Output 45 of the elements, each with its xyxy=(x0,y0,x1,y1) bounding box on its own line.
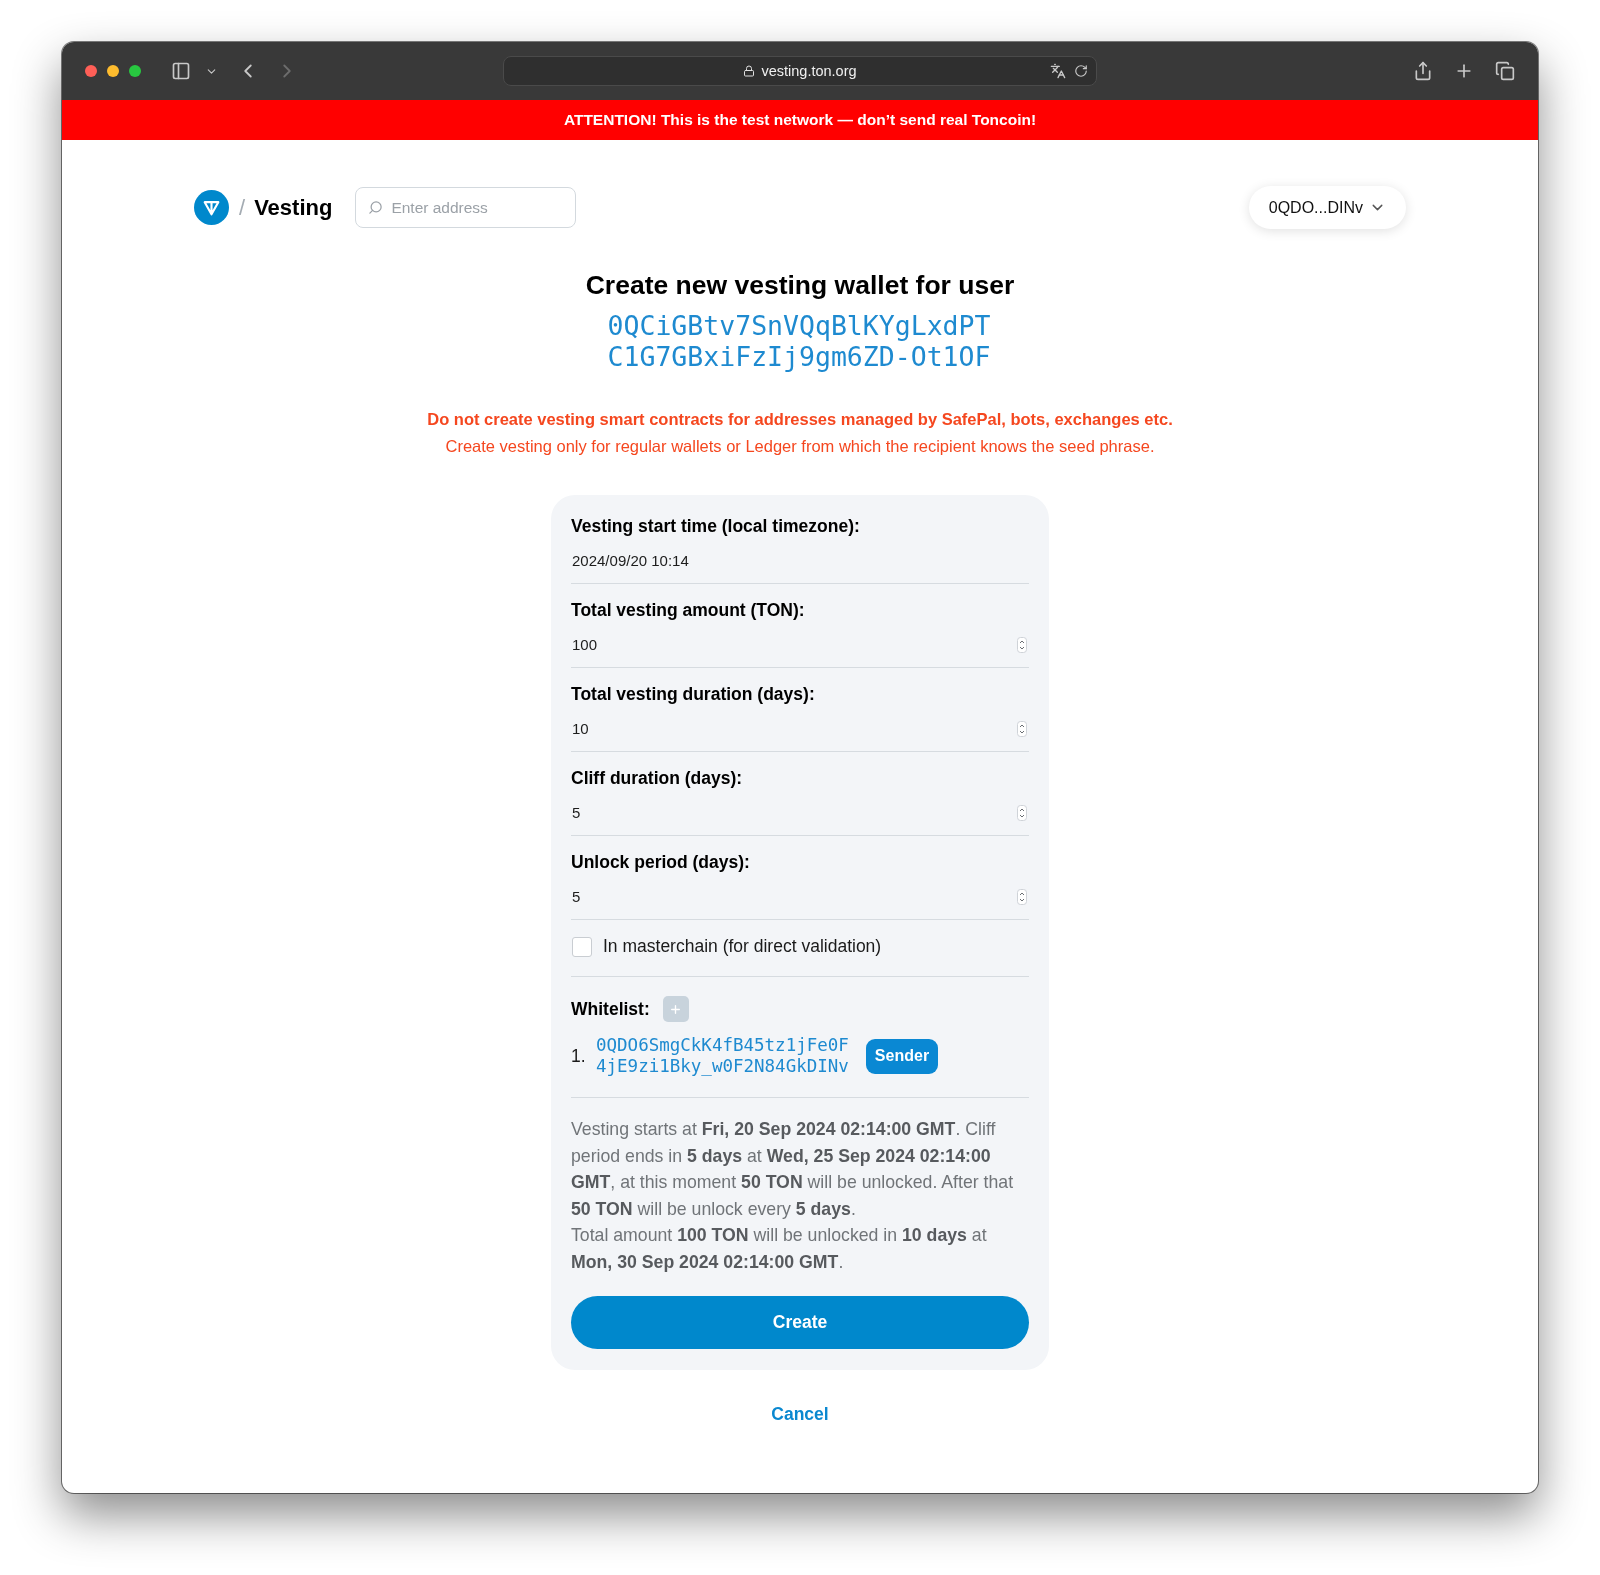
window-close-button[interactable] xyxy=(85,65,97,77)
lock-icon xyxy=(743,65,756,77)
translate-icon[interactable] xyxy=(1050,63,1066,79)
warning-text: Do not create vesting smart contracts for addresses managed by SafePal, bots, exchanges etc. xyxy=(427,409,1173,430)
whitelist-label: Whitelist: xyxy=(571,998,650,1021)
window-minimize-button[interactable] xyxy=(107,65,119,77)
share-icon[interactable] xyxy=(1413,61,1433,81)
create-button[interactable]: Create xyxy=(571,1295,1029,1349)
field-label: Total vesting duration (days): xyxy=(571,683,816,706)
wallet-button[interactable]: 0QDO...DINv xyxy=(1248,186,1406,229)
overlapping-squares-icon[interactable] xyxy=(1495,61,1515,81)
summary-text: Vesting starts at Fri, 20 Sep 2024 02:14:00 GMT. Cliff period ends in 5 days at Wed, 25 Sep 2024 02:14:00 GMT, at this moment 50 TON will be unlocked. After that 50 TON will be unlock every 5 days. xyxy=(571,1118,1015,1221)
stepper-icon[interactable] xyxy=(1017,888,1027,905)
field-label: Cliff duration (days): xyxy=(571,767,744,790)
list-number: 1. xyxy=(571,1045,587,1067)
app-name: Vesting xyxy=(254,194,333,221)
breadcrumb-separator: / xyxy=(239,194,246,221)
stepper-icon[interactable] xyxy=(1017,804,1027,821)
input-field[interactable]: 5 xyxy=(571,790,1029,836)
cancel-link[interactable]: Cancel xyxy=(771,1401,829,1426)
stepper-icon[interactable] xyxy=(1017,720,1027,737)
plus-icon xyxy=(669,1002,683,1016)
address-bar[interactable]: vesting.ton.org xyxy=(503,56,1097,86)
input-field[interactable]: 2024/09/20 10:14 xyxy=(571,538,1029,584)
sidebar-icon[interactable] xyxy=(171,61,191,81)
checkbox-label: In masterchain (for direct validation) xyxy=(603,936,882,957)
sender-tag: Sender xyxy=(865,1038,939,1074)
field-label: Vesting start time (local timezone): xyxy=(571,515,861,538)
logo-icon[interactable] xyxy=(194,190,229,225)
stepper-icon[interactable] xyxy=(1017,636,1027,653)
field-label: Unlock period (days): xyxy=(571,851,751,874)
search-icon xyxy=(368,200,384,215)
warning-text: Create vesting only for regular wallets or Ledger from which the recipient knows the seed phrase. xyxy=(445,436,1155,457)
recipient-address-link[interactable]: 0QCiGBtv7SnVQqBlKYgLxdPTC1G7GBxiFzIj9gm6ZD-Ot1OF xyxy=(607,311,993,372)
url-text: vesting.ton.org xyxy=(761,63,857,79)
input-field[interactable]: 100 xyxy=(571,622,1029,668)
input-field[interactable]: 5 xyxy=(571,874,1029,920)
summary-text: Total amount 100 TON will be unlocked in 10 days at Mon, 30 Sep 2024 02:14:00 GMT. xyxy=(571,1224,988,1274)
page-title: Create new vesting wallet for user xyxy=(585,269,1015,301)
input-field[interactable]: 10 xyxy=(571,706,1029,752)
window-zoom-button[interactable] xyxy=(129,65,141,77)
test-network-banner: ATTENTION! This is the test network — don’t send real Toncoin! xyxy=(62,100,1538,140)
field-label: Total vesting amount (TON): xyxy=(571,599,806,622)
reload-icon[interactable] xyxy=(1074,64,1088,78)
checkbox[interactable] xyxy=(572,936,592,957)
